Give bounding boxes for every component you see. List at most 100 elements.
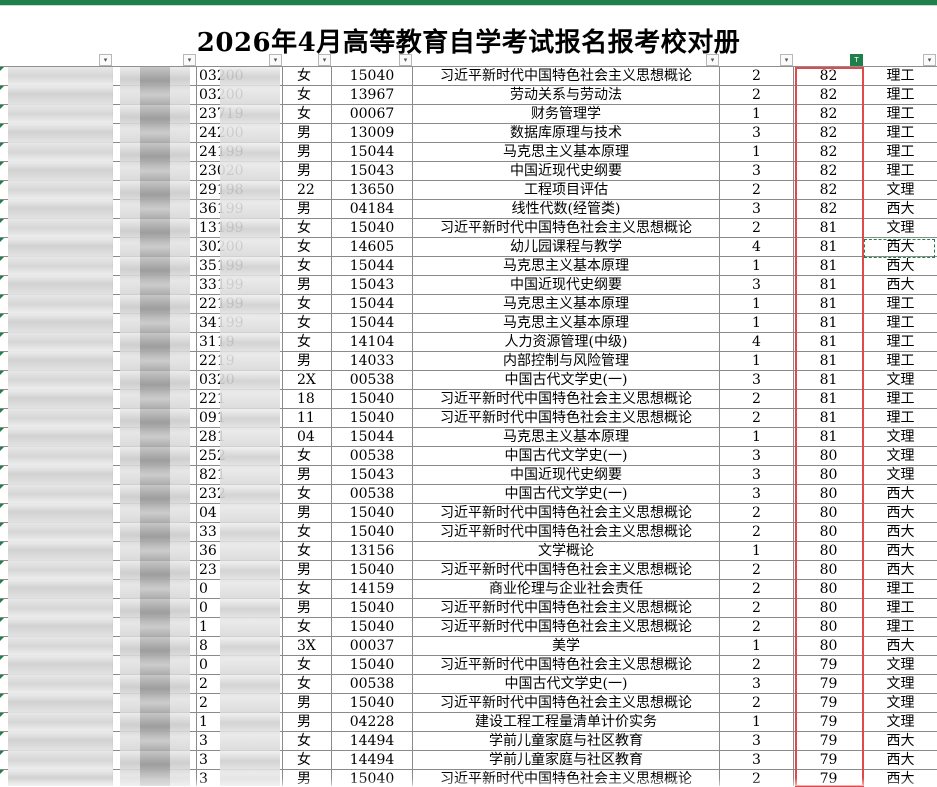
id-cell[interactable]: 3 — [197, 770, 283, 786]
school-cell[interactable]: 理工 — [864, 580, 937, 599]
id-cell[interactable]: 821 — [197, 466, 283, 485]
table-row[interactable]: 23 男 15040 习近平新时代中国特色社会主义思想概论 2 80 西大 — [0, 561, 937, 580]
count-cell[interactable]: 2 — [720, 580, 794, 599]
sex-cell[interactable]: 04 — [283, 428, 332, 447]
table-row[interactable]: 091 11 15040 习近平新时代中国特色社会主义思想概论 2 81 理工 — [0, 409, 937, 428]
name-cell[interactable] — [0, 732, 113, 751]
id-cell[interactable]: 281 — [197, 428, 283, 447]
school-cell[interactable]: 理工 — [864, 333, 937, 352]
sex-cell[interactable]: 男 — [283, 162, 332, 181]
subject-cell[interactable]: 内部控制与风险管理 — [413, 352, 720, 371]
subject-cell[interactable]: 中国近现代史纲要 — [413, 276, 720, 295]
hidden-cell[interactable] — [113, 504, 197, 523]
subject-cell[interactable]: 财务管理学 — [413, 105, 720, 124]
course-code-cell[interactable]: 15044 — [332, 314, 413, 333]
count-cell[interactable]: 2 — [720, 86, 794, 105]
count-cell[interactable]: 3 — [720, 124, 794, 143]
table-row[interactable]: 29198 22 13650 工程项目评估 2 82 文理 — [0, 181, 937, 200]
table-row[interactable]: 2 男 15040 习近平新时代中国特色社会主义思想概论 2 79 文理 — [0, 694, 937, 713]
course-code-cell[interactable]: 14159 — [332, 580, 413, 599]
course-code-cell[interactable]: 00538 — [332, 485, 413, 504]
score-cell[interactable]: 80 — [794, 599, 864, 618]
name-cell[interactable] — [0, 713, 113, 732]
sex-cell[interactable]: 女 — [283, 238, 332, 257]
sex-cell[interactable]: 女 — [283, 219, 332, 238]
sex-cell[interactable]: 11 — [283, 409, 332, 428]
id-cell[interactable]: 34199 — [197, 314, 283, 333]
name-cell[interactable] — [0, 333, 113, 352]
id-cell[interactable]: 8 — [197, 637, 283, 656]
course-code-cell[interactable]: 15040 — [332, 656, 413, 675]
id-cell[interactable]: 3 — [197, 751, 283, 770]
hidden-cell[interactable] — [113, 86, 197, 105]
school-cell[interactable]: 西大 — [864, 732, 937, 751]
count-cell[interactable]: 3 — [720, 200, 794, 219]
sex-cell[interactable]: 女 — [283, 618, 332, 637]
count-cell[interactable]: 2 — [720, 694, 794, 713]
subject-cell[interactable]: 习近平新时代中国特色社会主义思想概论 — [413, 618, 720, 637]
score-cell[interactable]: 81 — [794, 333, 864, 352]
table-row[interactable]: 8 3X 00037 美学 1 80 西大 — [0, 637, 937, 656]
course-code-cell[interactable]: 15040 — [332, 219, 413, 238]
name-cell[interactable] — [0, 390, 113, 409]
school-cell[interactable]: 文理 — [864, 466, 937, 485]
filter-dropdown-icon[interactable]: ▾ — [318, 54, 331, 66]
count-cell[interactable]: 3 — [720, 732, 794, 751]
sex-cell[interactable]: 男 — [283, 713, 332, 732]
table-row[interactable]: 22199 女 15044 马克思主义基本原理 1 81 理工 — [0, 295, 937, 314]
school-cell[interactable]: 西大 — [864, 504, 937, 523]
sex-cell[interactable]: 女 — [283, 314, 332, 333]
hidden-cell[interactable] — [113, 238, 197, 257]
score-cell[interactable]: 81 — [794, 428, 864, 447]
subject-cell[interactable]: 马克思主义基本原理 — [413, 257, 720, 276]
name-cell[interactable] — [0, 219, 113, 238]
hidden-cell[interactable] — [113, 333, 197, 352]
name-cell[interactable] — [0, 409, 113, 428]
course-code-cell[interactable]: 14104 — [332, 333, 413, 352]
sex-cell[interactable]: 男 — [283, 694, 332, 713]
score-cell[interactable]: 82 — [794, 143, 864, 162]
subject-cell[interactable]: 人力资源管理(中级) — [413, 333, 720, 352]
name-cell[interactable] — [0, 371, 113, 390]
table-row[interactable]: 0 男 15040 习近平新时代中国特色社会主义思想概论 2 80 理工 — [0, 599, 937, 618]
id-cell[interactable]: 0 — [197, 599, 283, 618]
hidden-cell[interactable] — [113, 162, 197, 181]
sex-cell[interactable]: 女 — [283, 656, 332, 675]
course-code-cell[interactable]: 15040 — [332, 504, 413, 523]
school-cell[interactable]: 西大 — [864, 751, 937, 770]
subject-cell[interactable]: 马克思主义基本原理 — [413, 295, 720, 314]
sex-cell[interactable]: 女 — [283, 542, 332, 561]
subject-cell[interactable]: 习近平新时代中国特色社会主义思想概论 — [413, 561, 720, 580]
school-cell[interactable]: 理工 — [864, 105, 937, 124]
subject-cell[interactable]: 马克思主义基本原理 — [413, 314, 720, 333]
id-cell[interactable]: 24200 — [197, 124, 283, 143]
school-cell[interactable]: 理工 — [864, 124, 937, 143]
school-cell[interactable]: 理工 — [864, 162, 937, 181]
hidden-cell[interactable] — [113, 371, 197, 390]
course-code-cell[interactable]: 15044 — [332, 257, 413, 276]
id-cell[interactable]: 03200 — [197, 86, 283, 105]
course-code-cell[interactable]: 15040 — [332, 523, 413, 542]
course-code-cell[interactable]: 15044 — [332, 143, 413, 162]
id-cell[interactable]: 1 — [197, 618, 283, 637]
subject-cell[interactable]: 习近平新时代中国特色社会主义思想概论 — [413, 390, 720, 409]
hidden-cell[interactable] — [113, 124, 197, 143]
table-row[interactable]: 221 18 15040 习近平新时代中国特色社会主义思想概论 2 81 理工 — [0, 390, 937, 409]
course-code-cell[interactable]: 13650 — [332, 181, 413, 200]
hidden-cell[interactable] — [113, 390, 197, 409]
score-cell[interactable]: 80 — [794, 485, 864, 504]
id-cell[interactable]: 3119 — [197, 333, 283, 352]
count-cell[interactable]: 1 — [720, 314, 794, 333]
subject-cell[interactable]: 工程项目评估 — [413, 181, 720, 200]
school-cell[interactable]: 西大 — [864, 542, 937, 561]
table-row[interactable]: 2 女 00538 中国古代文学史(一) 3 79 文理 — [0, 675, 937, 694]
course-code-cell[interactable]: 13156 — [332, 542, 413, 561]
count-cell[interactable]: 3 — [720, 276, 794, 295]
count-cell[interactable]: 2 — [720, 599, 794, 618]
sex-cell[interactable]: 男 — [283, 599, 332, 618]
subject-cell[interactable]: 线性代数(经管类) — [413, 200, 720, 219]
count-cell[interactable]: 3 — [720, 162, 794, 181]
hidden-cell[interactable] — [113, 770, 197, 786]
table-row[interactable]: 23719 女 00067 财务管理学 1 82 理工 — [0, 105, 937, 124]
hidden-cell[interactable] — [113, 599, 197, 618]
